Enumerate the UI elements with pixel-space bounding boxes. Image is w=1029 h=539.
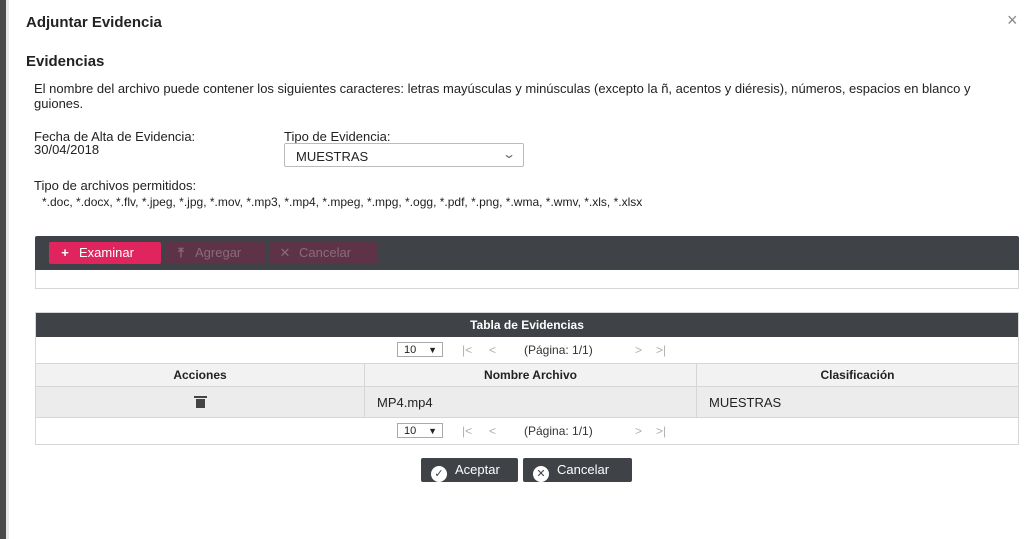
column-header[interactable]: Clasificación xyxy=(696,364,1018,387)
page-info: (Página: 1/1) xyxy=(524,343,593,357)
plus-icon: + xyxy=(61,245,69,260)
tipo-label: Tipo de Evidencia: xyxy=(284,129,391,144)
cancel-circle-icon: ✕ xyxy=(533,466,549,482)
pager-bottom: 10 ▼ |< < (Página: 1/1) > >| xyxy=(36,418,1018,444)
left-edge-stripe xyxy=(6,0,9,539)
section-title: Evidencias xyxy=(26,53,105,70)
uploader-toolbar: + Examinar ⤒ Agregar ✕ Cancelar xyxy=(35,236,1019,270)
first-page-button[interactable]: |< xyxy=(462,343,472,357)
close-icon[interactable]: × xyxy=(1007,10,1018,31)
last-page-button[interactable]: >| xyxy=(656,343,666,357)
first-page-button[interactable]: |< xyxy=(462,424,472,438)
chevron-down-icon: ⌄ xyxy=(501,147,517,161)
table-row: MP4.mp4 MUESTRAS xyxy=(36,386,1018,418)
rows-per-page-select-bottom[interactable]: 10 ▼ xyxy=(397,423,443,438)
rows-per-page-select-top[interactable]: 10 ▼ xyxy=(397,342,443,357)
agregar-label: Agregar xyxy=(195,245,242,260)
check-circle-icon: ✓ xyxy=(431,466,447,482)
caret-down-icon: ▼ xyxy=(428,345,437,355)
left-edge xyxy=(0,0,9,539)
fecha-value: 30/04/2018 xyxy=(34,142,100,157)
prev-page-button[interactable]: < xyxy=(489,343,496,357)
table-caption: Tabla de Evidencias xyxy=(36,313,1018,337)
upload-icon: ⤒ xyxy=(178,245,184,260)
dialog-title: Adjuntar Evidencia xyxy=(26,14,162,31)
filename-rules-note: El nombre del archivo puede contener los… xyxy=(34,81,971,111)
last-page-button[interactable]: >| xyxy=(656,424,666,438)
rows-per-page-value: 10 xyxy=(404,344,417,356)
file-uploader: + Examinar ⤒ Agregar ✕ Cancelar xyxy=(35,236,1019,289)
tipos-archivo-label: Tipo de archivos permitidos: xyxy=(34,178,197,193)
aceptar-label: Aceptar xyxy=(455,462,500,477)
next-page-button[interactable]: > xyxy=(635,343,642,357)
next-page-button[interactable]: > xyxy=(635,424,642,438)
evidencias-grid: Acciones Nombre Archivo Clasificación MP… xyxy=(36,364,1018,418)
cancel-icon: ✕ xyxy=(279,245,291,260)
column-header[interactable]: Acciones xyxy=(36,364,365,387)
tipo-evidencia-value: MUESTRAS xyxy=(296,149,369,164)
clasificacion-cell: MUESTRAS xyxy=(696,386,1018,418)
cancelar-upload-label: Cancelar xyxy=(299,245,352,260)
cancelar-upload-button[interactable]: ✕ Cancelar xyxy=(269,242,377,264)
trash-icon[interactable] xyxy=(193,396,207,408)
prev-page-button[interactable]: < xyxy=(489,424,496,438)
table-header-row: Acciones Nombre Archivo Clasificación xyxy=(36,364,1018,387)
caret-down-icon: ▼ xyxy=(428,426,437,436)
nombre-archivo-cell: MP4.mp4 xyxy=(364,386,697,418)
agregar-button[interactable]: ⤒ Agregar xyxy=(165,242,265,264)
column-header[interactable]: Nombre Archivo xyxy=(364,364,697,387)
aceptar-button[interactable]: ✓ Aceptar xyxy=(421,458,518,482)
actions-cell xyxy=(36,386,365,418)
pager-top: 10 ▼ |< < (Página: 1/1) > >| xyxy=(36,337,1018,364)
cancelar-label: Cancelar xyxy=(557,462,610,477)
examinar-button[interactable]: + Examinar xyxy=(49,242,161,264)
tipos-archivo-list: *.doc, *.docx, *.flv, *.jpeg, *.jpg, *.m… xyxy=(42,195,643,209)
tipo-evidencia-select[interactable]: MUESTRAS ⌄ xyxy=(284,143,524,167)
page-info: (Página: 1/1) xyxy=(524,424,593,438)
evidencias-table: Tabla de Evidencias 10 ▼ |< < (Página: 1/… xyxy=(35,312,1019,445)
examinar-label: Examinar xyxy=(79,245,134,260)
rows-per-page-value: 10 xyxy=(404,425,417,437)
cancelar-button[interactable]: ✕ Cancelar xyxy=(523,458,632,482)
uploader-file-area[interactable] xyxy=(35,270,1019,289)
